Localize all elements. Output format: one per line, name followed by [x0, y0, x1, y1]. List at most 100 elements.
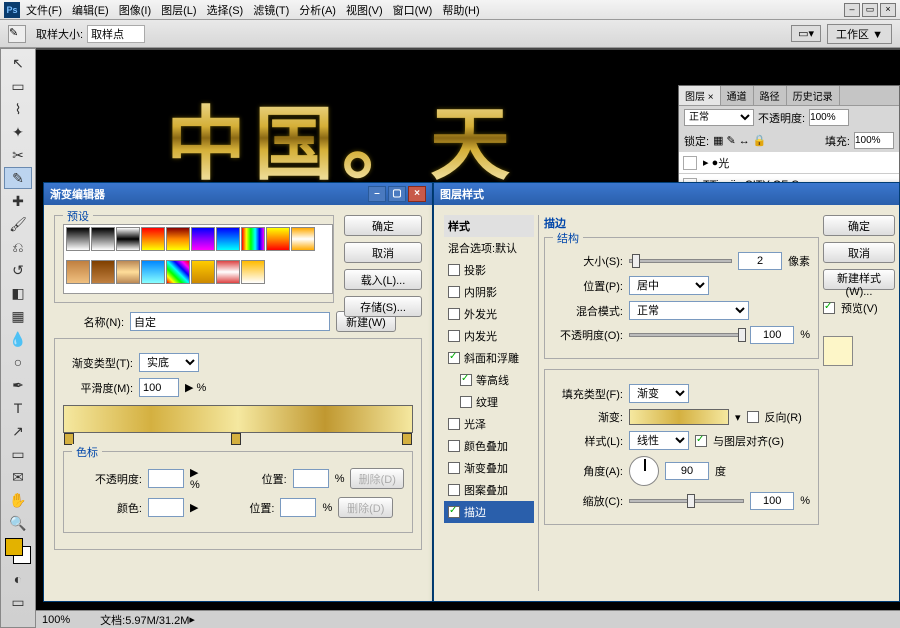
move-tool[interactable]: ↖ — [4, 52, 32, 74]
save-button[interactable]: 存储(S)... — [344, 296, 422, 317]
dodge-tool[interactable]: ○ — [4, 351, 32, 373]
menu-analysis[interactable]: 分析(A) — [299, 2, 336, 18]
preview-checkbox[interactable] — [823, 302, 835, 314]
preset-swatch[interactable] — [241, 227, 265, 251]
menu-filter[interactable]: 滤镜(T) — [253, 2, 289, 18]
style-item-innerglow[interactable]: 内发光 — [444, 325, 534, 347]
preset-swatch[interactable] — [91, 260, 115, 284]
pen-tool[interactable]: ✒ — [4, 374, 32, 396]
style-checkbox[interactable] — [448, 484, 460, 496]
preset-swatch[interactable] — [191, 260, 215, 284]
style-item-patoverlay[interactable]: 图案叠加 — [444, 479, 534, 501]
zoom-level[interactable]: 100% — [42, 614, 70, 626]
style-checkbox[interactable] — [448, 264, 460, 276]
preset-swatch[interactable] — [291, 227, 315, 251]
type-tool[interactable]: T — [4, 397, 32, 419]
tool-preset-picker[interactable]: ✎ — [8, 25, 26, 43]
angle-control[interactable] — [629, 456, 659, 486]
lasso-tool[interactable]: ⌇ — [4, 98, 32, 120]
stamp-tool[interactable]: ⎌ — [4, 236, 32, 258]
blend-mode-select[interactable]: 正常 — [684, 109, 754, 126]
history-brush-tool[interactable]: ↺ — [4, 259, 32, 281]
tab-paths[interactable]: 路径 — [754, 86, 787, 105]
size-field[interactable] — [738, 252, 782, 270]
dialog-title-bar[interactable]: 渐变编辑器 –▢× — [44, 183, 432, 205]
eyedropper-tool[interactable]: ✎ — [4, 167, 32, 189]
gradient-stop[interactable] — [231, 433, 241, 445]
preset-swatch[interactable] — [141, 227, 165, 251]
preset-swatch[interactable] — [266, 227, 290, 251]
close-button[interactable]: × — [880, 3, 896, 17]
minimize-button[interactable]: – — [844, 3, 860, 17]
hand-tool[interactable]: ✋ — [4, 489, 32, 511]
style-item-outer[interactable]: 外发光 — [444, 303, 534, 325]
color-swatch[interactable] — [5, 538, 31, 564]
fill-field[interactable] — [854, 132, 894, 149]
gradient-type-select[interactable]: 实底 — [139, 353, 199, 372]
layer-row[interactable]: ▸ ● 光 — [679, 152, 899, 174]
dialog-title-bar[interactable]: 图层样式 — [434, 183, 899, 205]
style-checkbox[interactable] — [460, 396, 472, 408]
opacity-slider[interactable] — [629, 333, 744, 337]
minimize-icon[interactable]: – — [368, 186, 386, 202]
style-checkbox[interactable] — [448, 352, 460, 364]
reverse-checkbox[interactable] — [747, 411, 759, 423]
style-item-bevel[interactable]: 斜面和浮雕 — [444, 347, 534, 369]
screenmode-toggle[interactable]: ▭ — [4, 591, 32, 613]
style-item-coloroverlay[interactable]: 颜色叠加 — [444, 435, 534, 457]
preset-swatch[interactable] — [116, 260, 140, 284]
preset-swatch[interactable] — [166, 227, 190, 251]
preset-swatch[interactable] — [66, 260, 90, 284]
workspace-button[interactable]: 工作区 ▼ — [827, 24, 892, 44]
close-icon[interactable]: × — [408, 186, 426, 202]
screen-mode-button[interactable]: ▭▾ — [791, 25, 821, 42]
eraser-tool[interactable]: ◧ — [4, 282, 32, 304]
notes-tool[interactable]: ✉ — [4, 466, 32, 488]
style-checkbox[interactable] — [448, 286, 460, 298]
gradient-stop[interactable] — [402, 433, 412, 445]
style-checkbox[interactable] — [448, 418, 460, 430]
path-tool[interactable]: ↗ — [4, 420, 32, 442]
zoom-tool[interactable]: 🔍 — [4, 512, 32, 534]
marquee-tool[interactable]: ▭ — [4, 75, 32, 97]
gradient-tool[interactable]: ▦ — [4, 305, 32, 327]
heal-tool[interactable]: ✚ — [4, 190, 32, 212]
preset-swatch[interactable] — [166, 260, 190, 284]
preset-swatch[interactable] — [241, 260, 265, 284]
menu-image[interactable]: 图像(I) — [119, 2, 151, 18]
style-checkbox[interactable] — [460, 374, 472, 386]
gradient-name-field[interactable] — [130, 312, 330, 331]
tab-history[interactable]: 历史记录 — [787, 86, 840, 105]
visibility-icon[interactable] — [683, 156, 697, 170]
opacity-field[interactable] — [750, 326, 794, 344]
style-checkbox[interactable] — [448, 506, 460, 518]
filltype-select[interactable]: 渐变 — [629, 384, 689, 403]
style-item-stroke[interactable]: 描边 — [444, 501, 534, 523]
cancel-button[interactable]: 取消 — [823, 242, 895, 263]
blend-options-item[interactable]: 混合选项:默认 — [444, 237, 534, 259]
gradient-preview[interactable] — [629, 409, 729, 425]
menu-window[interactable]: 窗口(W) — [393, 2, 433, 18]
angle-field[interactable] — [665, 462, 709, 480]
preset-swatch[interactable] — [116, 227, 140, 251]
tab-channels[interactable]: 通道 — [721, 86, 754, 105]
menu-file[interactable]: 文件(F) — [26, 2, 62, 18]
gradient-bar[interactable] — [63, 405, 413, 433]
style-item-gradoverlay[interactable]: 渐变叠加 — [444, 457, 534, 479]
style-item-texture[interactable]: 纹理 — [444, 391, 534, 413]
opacity-field[interactable] — [809, 109, 849, 126]
ok-button[interactable]: 确定 — [823, 215, 895, 236]
scale-slider[interactable] — [629, 499, 744, 503]
lock-icons[interactable]: ▦ ✎ ↔ 🔒 — [713, 134, 766, 147]
preset-swatch[interactable] — [216, 260, 240, 284]
menu-select[interactable]: 选择(S) — [207, 2, 244, 18]
crop-tool[interactable]: ✂ — [4, 144, 32, 166]
style-item-drop[interactable]: 投影 — [444, 259, 534, 281]
style-item-satin[interactable]: 光泽 — [444, 413, 534, 435]
preset-swatch[interactable] — [66, 227, 90, 251]
restore-button[interactable]: ▭ — [862, 3, 878, 17]
blur-tool[interactable]: 💧 — [4, 328, 32, 350]
maximize-icon[interactable]: ▢ — [388, 186, 406, 202]
position-select[interactable]: 居中 — [629, 276, 709, 295]
style-item-inner[interactable]: 内阴影 — [444, 281, 534, 303]
